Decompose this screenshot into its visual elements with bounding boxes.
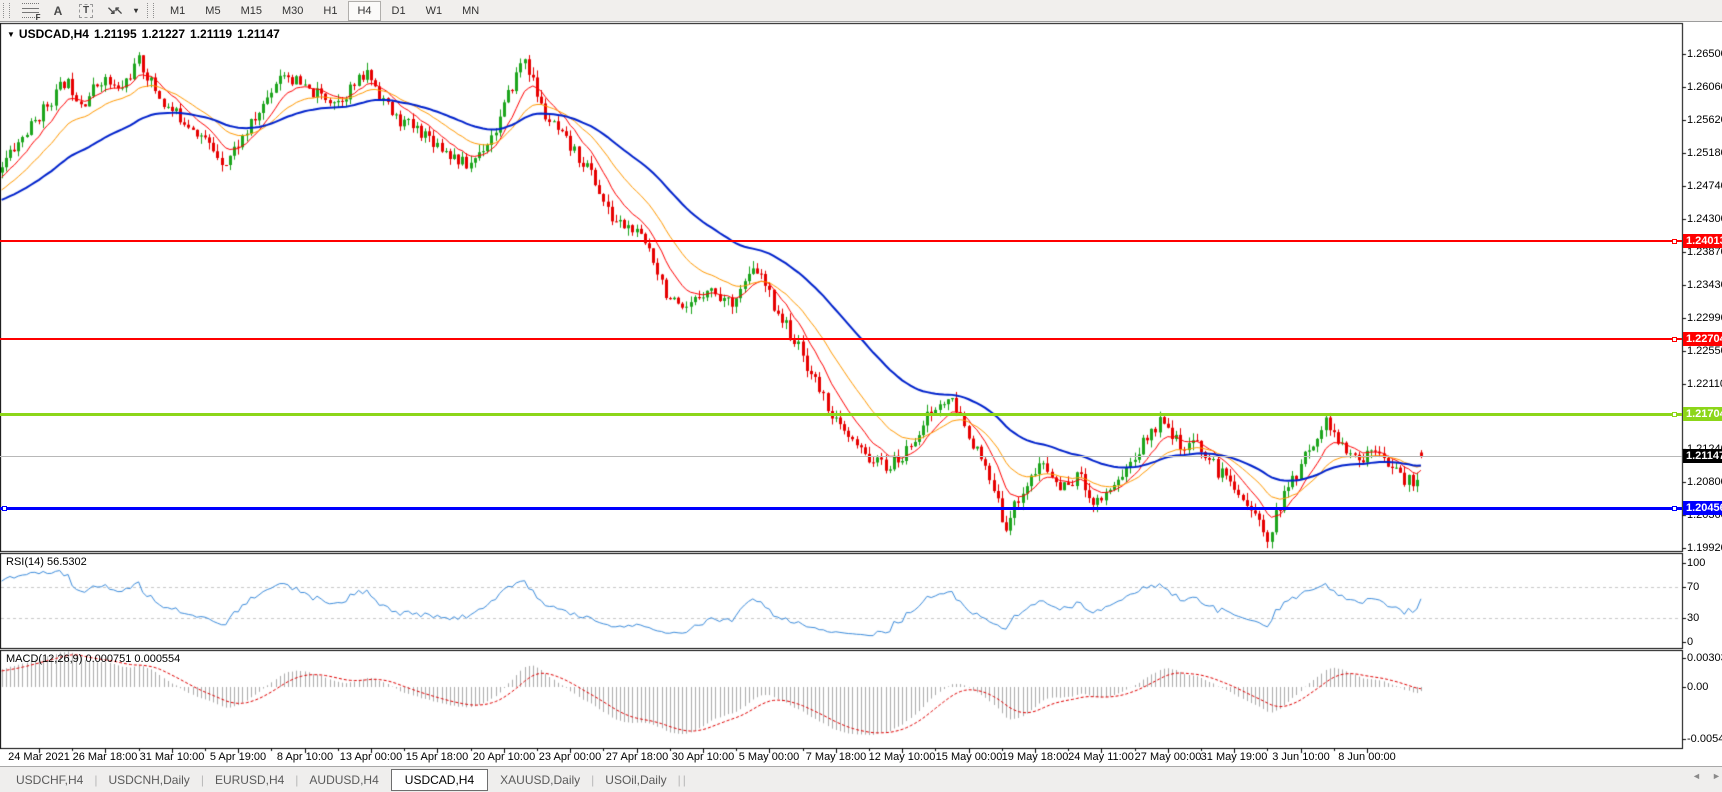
macd-axis-label: -0.00542 <box>1687 733 1722 745</box>
price-line-label-box: 1.22704 <box>1683 332 1722 346</box>
time-axis-label: 15 Apr 18:00 <box>405 751 469 763</box>
time-axis-label: 30 Apr 10:00 <box>671 751 735 763</box>
macd-axis-label: 0.00 <box>1687 681 1709 693</box>
line-handle[interactable] <box>1672 412 1677 417</box>
bid-price-label-box: 1.21147 <box>1683 449 1722 463</box>
line-handle[interactable] <box>1672 239 1677 244</box>
time-axis-label: 31 May 19:00 <box>1200 751 1268 763</box>
horizontal-line-1.22704[interactable] <box>0 338 1682 340</box>
bid-price-line <box>0 456 1682 457</box>
time-axis-label: 26 Mar 18:00 <box>72 751 138 763</box>
price-axis-label: 1.26060 <box>1687 81 1722 93</box>
time-axis-label: 12 May 10:00 <box>868 751 936 763</box>
horizontal-line-1.21704[interactable] <box>0 413 1682 416</box>
line-handle[interactable] <box>2 506 7 511</box>
price-axis-label: 1.26500 <box>1687 48 1722 60</box>
price-axis-label: 1.20800 <box>1687 476 1722 488</box>
price-axis-label: 1.24740 <box>1687 180 1722 192</box>
time-axis-label: 27 May 00:00 <box>1134 751 1202 763</box>
time-axis-label: 23 Apr 00:00 <box>538 751 602 763</box>
time-axis-label: 8 Apr 10:00 <box>276 751 334 763</box>
price-axis-label: 1.25620 <box>1687 114 1722 126</box>
time-axis-label: 7 May 18:00 <box>805 751 867 763</box>
symbol-tab-bar: USDCHF,H4 | USDCNH,Daily | EURUSD,H4 | AUDUSD,… <box>0 766 1722 792</box>
bar-close: 1.21147 <box>237 27 280 41</box>
rsi-axis-label: 0 <box>1687 636 1694 648</box>
horizontal-line-1.20456[interactable] <box>0 507 1682 510</box>
price-axis-label: 1.22110 <box>1687 378 1722 390</box>
price-axis-label: 1.23430 <box>1687 279 1722 291</box>
macd-label: MACD(12,26,9) 0.000751 0.000554 <box>6 653 181 665</box>
mt4-window: F A T ↘↖ ▾ M1M5M15M30H1H4D1W1MN ▼USDCAD,… <box>0 0 1722 792</box>
tab-usdcnh-daily[interactable]: USDCNH,Daily <box>98 770 199 790</box>
bar-low: 1.21119 <box>190 27 233 41</box>
line-handle[interactable] <box>1672 337 1677 342</box>
time-axis-label: 31 Mar 10:00 <box>139 751 205 763</box>
time-axis-label: 15 May 00:00 <box>935 751 1003 763</box>
chart-symbol-period: USDCAD,H4 <box>18 27 89 41</box>
price-axis-label: 1.22990 <box>1687 312 1722 324</box>
price-line-label-box: 1.21704 <box>1683 407 1722 421</box>
time-axis-label: 5 Apr 19:00 <box>209 751 267 763</box>
time-axis-label: 20 Apr 10:00 <box>472 751 536 763</box>
tab-separator: | <box>682 772 686 787</box>
tab-usdcad-h4[interactable]: USDCAD,H4 <box>390 768 489 791</box>
tab-audusd-h4[interactable]: AUDUSD,H4 <box>299 770 388 790</box>
time-axis-label: 8 Jun 00:00 <box>1338 751 1396 763</box>
horizontal-line-1.24013[interactable] <box>0 240 1682 242</box>
rsi-label: RSI(14) 56.5302 <box>6 556 87 568</box>
line-handle[interactable] <box>1672 506 1677 511</box>
time-axis-label: 27 Apr 18:00 <box>605 751 669 763</box>
tab-scroll-left-button[interactable]: ◄ <box>1692 771 1701 781</box>
time-axis-label: 13 Apr 00:00 <box>339 751 403 763</box>
tab-xauusd-daily[interactable]: XAUUSD,Daily <box>490 770 590 790</box>
price-axis-label: 1.25180 <box>1687 147 1722 159</box>
tab-eurusd-h4[interactable]: EURUSD,H4 <box>205 770 294 790</box>
price-line-label-box: 1.24013 <box>1683 234 1722 248</box>
rsi-axis-label: 100 <box>1687 557 1706 569</box>
price-axis-label: 1.19920 <box>1687 542 1722 554</box>
bar-open: 1.21195 <box>93 27 137 41</box>
tab-usdchf-h4[interactable]: USDCHF,H4 <box>6 770 93 790</box>
tab-usoil-daily[interactable]: USOil,Daily <box>595 770 676 790</box>
time-axis-label: 3 Jun 10:00 <box>1272 751 1330 763</box>
bar-high: 1.21227 <box>141 27 186 41</box>
time-axis-label: 24 May 11:00 <box>1068 751 1134 763</box>
price-chart-canvas[interactable] <box>0 0 1722 792</box>
price-line-label-box: 1.20456 <box>1683 501 1722 515</box>
rsi-axis-label: 30 <box>1687 612 1700 624</box>
rsi-axis-label: 70 <box>1687 581 1700 593</box>
time-axis-label: 5 May 00:00 <box>738 751 800 763</box>
chart-title[interactable]: ▼ USDCAD,H4 1.21195 1.21227 1.21119 1.21147 <box>7 27 285 41</box>
chart-dropdown-icon[interactable]: ▼ <box>7 30 15 39</box>
time-axis-label: 24 Mar 2021 <box>8 751 70 763</box>
tab-scroll-right-button[interactable]: ► <box>1712 771 1721 781</box>
macd-axis-label: 0.003035 <box>1687 652 1722 664</box>
price-axis-label: 1.24300 <box>1687 213 1722 225</box>
time-axis-label: 19 May 18:00 <box>1001 751 1069 763</box>
price-axis-label: 1.22550 <box>1687 345 1722 357</box>
